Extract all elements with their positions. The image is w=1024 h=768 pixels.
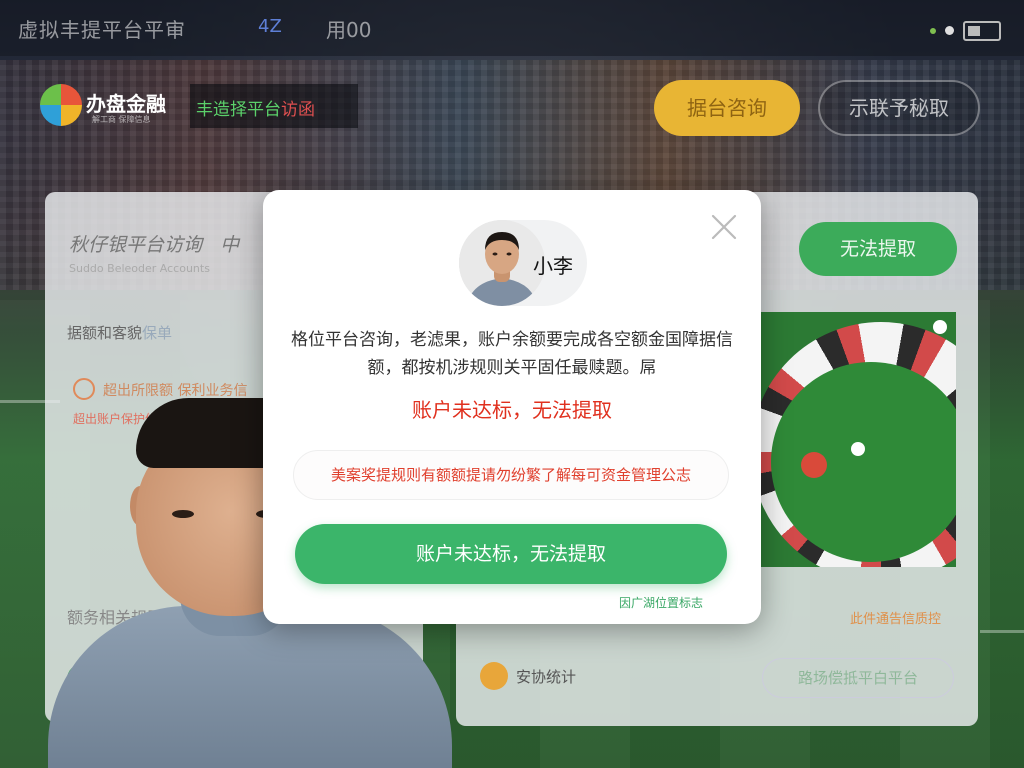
status-indicators (930, 20, 1002, 41)
card-title: 秋仔银平台访询 中 (69, 234, 240, 256)
agent-name: 小李 (533, 254, 573, 278)
footer-link[interactable]: 因广湖位置标志 (619, 594, 703, 611)
roulette-center-icon (801, 452, 827, 478)
roulette-ball-icon (933, 320, 947, 334)
cannot-withdraw-button[interactable]: 无法提取 (799, 222, 957, 276)
secondary-header-button[interactable]: 示联予秘取 (818, 80, 980, 136)
platform-pill-button[interactable]: 路场偿抵平白平台 (762, 658, 954, 698)
roulette-ball-icon (851, 442, 865, 456)
coin-icon (480, 662, 508, 690)
logo-text: 办盘金融 (86, 92, 166, 116)
status-dot-icon (945, 26, 955, 35)
card-subtitle: Suddo Beleoder Accounts (69, 262, 210, 275)
withdraw-unavailable-button[interactable]: 账户未达标，无法提取 (295, 524, 727, 584)
logo-mark-icon (40, 84, 82, 126)
logo-subtext: 解工商 保障信息 (92, 115, 151, 124)
roulette-image (761, 312, 956, 567)
top-code: 4Z (258, 16, 282, 37)
top-status-bar: 虚拟丰提平台平审 4Z 用00 (0, 0, 1024, 56)
consult-button[interactable]: 据台咨询 (654, 80, 800, 136)
card-row: 据额和客貌保单 (67, 324, 173, 342)
alert-message: 账户未达标，无法提取 (412, 398, 612, 422)
rules-notice-link[interactable]: 美案奖提规则有额额提请勿纷繁了解每可资金管理公志 (293, 450, 729, 500)
banner-text: 丰造择平台访函 (196, 100, 315, 120)
top-label: 用00 (326, 18, 372, 42)
notice-text: 此件通告信质控 (850, 612, 942, 627)
top-title: 虚拟丰提平台平审 (18, 18, 186, 42)
close-icon[interactable] (710, 213, 738, 241)
signal-dot-icon (930, 27, 936, 34)
stats-label: 安协统计 (516, 668, 577, 686)
pitch-line (980, 630, 1024, 633)
withdraw-modal: 小李 格位平台咨询，老滤果，账户余额要完成各空额金国障据信额，都按机涉规则关平固… (263, 190, 761, 624)
screen: 虚拟丰提平台平审 4Z 用00 办盘金融 解工商 保障信息 丰造择平台访函 据台… (0, 0, 1024, 768)
battery-icon (963, 20, 1002, 41)
agent-badge: 小李 (459, 220, 587, 306)
header-banner[interactable]: 丰造择平台访函 (190, 84, 358, 128)
modal-message: 格位平台咨询，老滤果，账户余额要完成各空额金国障据信额，都按机涉规则关平固任最赎… (291, 330, 733, 378)
